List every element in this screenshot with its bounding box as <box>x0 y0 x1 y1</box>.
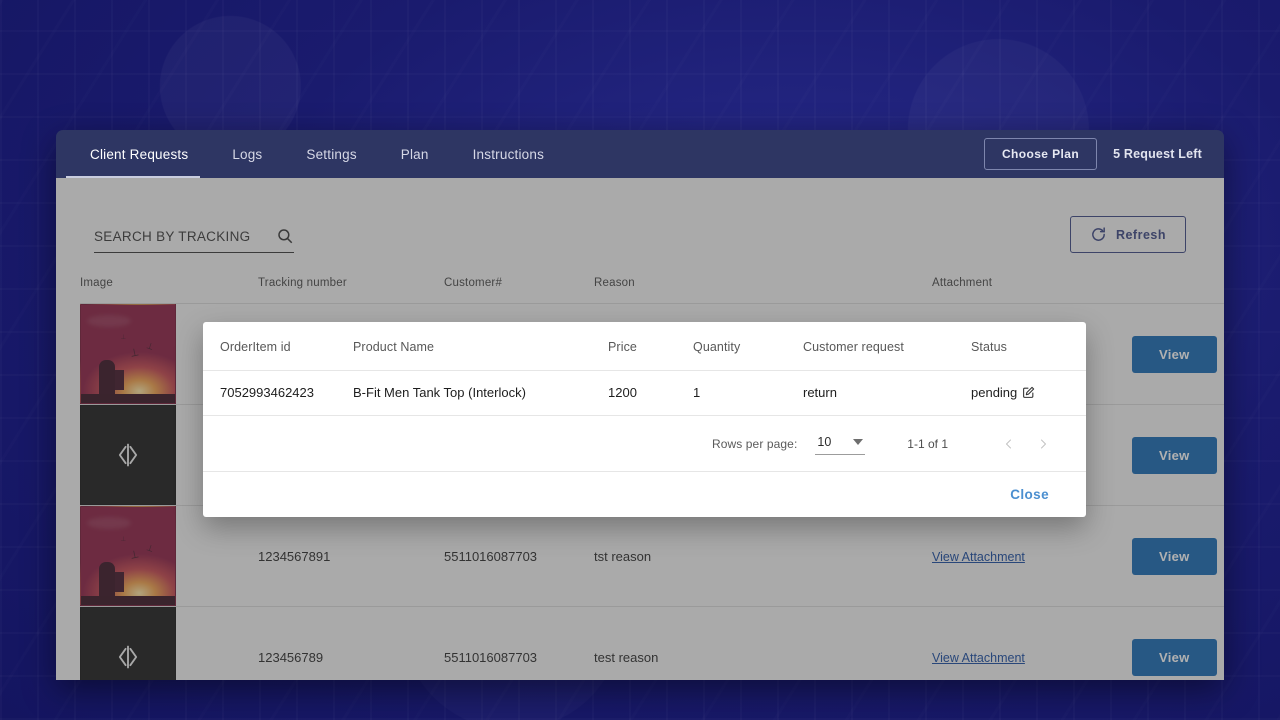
tab-label: Logs <box>232 146 263 162</box>
tab-label: Client Requests <box>90 146 189 162</box>
prev-page-button[interactable] <box>992 429 1026 459</box>
tab-label: Plan <box>400 146 429 162</box>
status-text: pending <box>971 385 1018 400</box>
cell-quantity: 1 <box>693 370 803 416</box>
requests-left-label: 5 Request Left <box>1113 147 1202 161</box>
navbar-right-group: Choose Plan 5 Request Left <box>983 138 1202 170</box>
order-items-body: 7052993462423 B-Fit Men Tank Top (Interl… <box>203 370 1086 416</box>
next-page-button[interactable] <box>1026 429 1060 459</box>
status-badge: pending <box>971 385 1035 400</box>
cell-customer-request: return <box>803 370 971 416</box>
th-price: Price <box>608 322 693 371</box>
modal-header-row: OrderItem id Product Name Price Quantity… <box>203 322 1086 371</box>
choose-plan-button[interactable]: Choose Plan <box>983 138 1098 170</box>
tab-label: Instructions <box>472 146 545 162</box>
edit-icon[interactable] <box>1022 386 1035 399</box>
th-status: Status <box>971 322 1086 371</box>
tab-logs[interactable]: Logs <box>210 130 284 178</box>
tab-label: Settings <box>306 146 357 162</box>
order-items-head: OrderItem id Product Name Price Quantity… <box>203 322 1086 371</box>
top-navbar: Client Requests Logs Settings Plan Instr… <box>56 130 1224 178</box>
th-customer-request: Customer request <box>803 322 971 371</box>
cell-orderitem-id: 7052993462423 <box>203 370 353 416</box>
pagination-range: 1-1 of 1 <box>907 437 948 451</box>
cell-status: pending <box>971 370 1086 416</box>
nav-tab-list: Client Requests Logs Settings Plan Instr… <box>56 130 566 178</box>
order-items-modal: OrderItem id Product Name Price Quantity… <box>203 322 1086 517</box>
rows-per-page-label: Rows per page: <box>711 437 798 451</box>
modal-pagination: Rows per page: 10 1-1 of 1 <box>203 416 1086 472</box>
th-product-name: Product Name <box>353 322 608 371</box>
modal-footer: Close <box>203 472 1086 517</box>
th-quantity: Quantity <box>693 322 803 371</box>
rows-per-page-value: 10 <box>817 435 832 449</box>
tab-settings[interactable]: Settings <box>284 130 378 178</box>
chevron-down-icon <box>853 439 864 445</box>
rows-per-page-select[interactable]: 10 <box>815 433 866 455</box>
chevron-right-icon <box>1041 439 1046 449</box>
tab-client-requests[interactable]: Client Requests <box>56 130 210 178</box>
chevron-left-icon <box>1006 439 1011 449</box>
th-orderitem-id: OrderItem id <box>203 322 353 371</box>
tab-instructions[interactable]: Instructions <box>451 130 566 178</box>
order-items-table: OrderItem id Product Name Price Quantity… <box>203 322 1086 416</box>
cell-price: 1200 <box>608 370 693 416</box>
cell-product-name: B-Fit Men Tank Top (Interlock) <box>353 370 608 416</box>
close-button[interactable]: Close <box>1006 481 1053 508</box>
tab-plan[interactable]: Plan <box>379 130 451 178</box>
modal-table-row[interactable]: 7052993462423 B-Fit Men Tank Top (Interl… <box>203 370 1086 416</box>
